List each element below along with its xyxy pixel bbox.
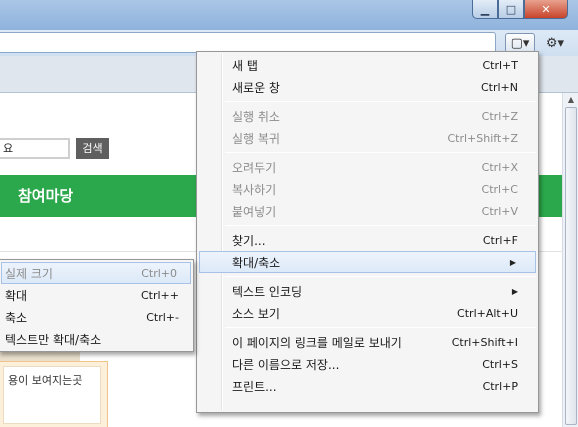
menu-item-email-link[interactable]: 이 페이지의 링크를 메일로 보내기 Ctrl+Shift+I xyxy=(197,331,538,353)
title-bar: ▁ □ ✕ xyxy=(0,0,578,30)
close-button[interactable]: ✕ xyxy=(524,0,568,19)
menu-item-shortcut: Ctrl+S xyxy=(482,357,518,371)
menu-item-label: 붙여넣기 xyxy=(232,204,277,219)
menu-item-label: 복사하기 xyxy=(232,182,277,197)
menu-item-copy: 복사하기 Ctrl+C xyxy=(197,178,538,200)
minimize-button[interactable]: ▁ xyxy=(472,0,498,19)
submenu-arrow-icon: ▶ xyxy=(511,286,518,296)
settings-menu-button[interactable]: ⚙▾ xyxy=(540,33,570,53)
promo-box: 용이 보여지는곳 xyxy=(0,361,108,427)
menu-item-new-window[interactable]: 새로운 창 Ctrl+N xyxy=(197,76,538,98)
menu-item-label: 실행 복귀 xyxy=(232,131,280,146)
menu-item-shortcut: Ctrl+Shift+Z xyxy=(447,131,518,145)
page-menu: 새 탭 Ctrl+T 새로운 창 Ctrl+N 실행 취소 Ctrl+Z 실행 복귀 C… xyxy=(196,51,539,413)
menu-item-shortcut: Ctrl+P xyxy=(482,379,518,393)
menu-item-label: 확대/축소 xyxy=(232,255,281,270)
menu-item-shortcut: Ctrl+- xyxy=(146,310,179,324)
submenu-arrow-icon: ▶ xyxy=(509,257,516,267)
menu-item-shortcut: Ctrl+V xyxy=(481,204,518,218)
menu-separator xyxy=(225,327,536,328)
zoom-submenu: 실제 크기 Ctrl+0 확대 Ctrl++ 축소 Ctrl+- 텍스트만 확대/축소 xyxy=(0,259,194,352)
menu-separator xyxy=(225,225,536,226)
nav-item-participation[interactable]: 참여마당 xyxy=(18,175,73,217)
menu-item-label: 소스 보기 xyxy=(232,306,280,321)
menu-item-find[interactable]: 찾기... Ctrl+F xyxy=(197,229,538,251)
menu-item-shortcut: Ctrl+N xyxy=(480,80,518,94)
submenu-item-zoom-in[interactable]: 확대 Ctrl++ xyxy=(0,284,193,306)
menu-separator xyxy=(225,101,536,102)
menu-item-label: 오려두기 xyxy=(232,160,277,175)
menu-item-label: 축소 xyxy=(5,310,28,325)
menu-item-shortcut: Ctrl+Z xyxy=(481,109,518,123)
menu-item-shortcut: Ctrl+C xyxy=(481,182,518,196)
menu-item-label: 확대 xyxy=(5,288,28,303)
menu-item-shortcut: Ctrl+Shift+I xyxy=(451,335,518,349)
gear-icon: ⚙▾ xyxy=(545,35,565,51)
menu-item-print[interactable]: 프린트... Ctrl+P xyxy=(197,375,538,397)
scroll-thumb[interactable] xyxy=(565,107,577,425)
menu-item-new-tab[interactable]: 새 탭 Ctrl+T xyxy=(197,54,538,76)
menu-item-label: 새 탭 xyxy=(232,58,258,73)
menu-item-shortcut: Ctrl+X xyxy=(481,160,518,174)
menu-separator xyxy=(225,276,536,277)
address-bar[interactable] xyxy=(0,32,496,53)
page-icon: ▢▾ xyxy=(510,35,530,51)
search-input[interactable]: 요 xyxy=(0,138,70,159)
menu-item-label: 텍스트만 확대/축소 xyxy=(5,332,102,347)
menu-item-shortcut: Ctrl+F xyxy=(482,233,518,247)
menu-item-label: 새로운 창 xyxy=(232,80,280,95)
submenu-item-text-zoom[interactable]: 텍스트만 확대/축소 xyxy=(0,328,193,350)
submenu-item-actual-size[interactable]: 실제 크기 Ctrl+0 xyxy=(1,262,191,284)
maximize-button[interactable]: □ xyxy=(498,0,524,19)
menu-item-label: 실행 취소 xyxy=(232,109,280,124)
scroll-up-icon[interactable]: ▲ xyxy=(564,95,578,105)
menu-item-shortcut: Ctrl+Alt+U xyxy=(457,306,518,320)
window-controls: ▁ □ ✕ xyxy=(472,0,568,19)
menu-item-label: 프린트... xyxy=(232,379,277,394)
menu-item-shortcut: Ctrl+0 xyxy=(141,266,177,280)
page-menu-button[interactable]: ▢▾ xyxy=(505,33,535,53)
menu-item-label: 다른 이름으로 저장... xyxy=(232,357,340,372)
menu-item-view-source[interactable]: 소스 보기 Ctrl+Alt+U xyxy=(197,302,538,324)
submenu-item-zoom-out[interactable]: 축소 Ctrl+- xyxy=(0,306,193,328)
menu-item-zoom[interactable]: 확대/축소 ▶ xyxy=(199,251,536,273)
menu-item-redo: 실행 복귀 Ctrl+Shift+Z xyxy=(197,127,538,149)
menu-item-save-as[interactable]: 다른 이름으로 저장... Ctrl+S xyxy=(197,353,538,375)
search-button[interactable]: 검색 xyxy=(76,138,109,159)
menu-item-cut: 오려두기 Ctrl+X xyxy=(197,156,538,178)
menu-item-label: 텍스트 인코딩 xyxy=(232,284,303,299)
menu-item-label: 실제 크기 xyxy=(5,266,53,281)
vertical-scrollbar[interactable]: ▲ xyxy=(562,93,578,427)
menu-item-label: 찾기... xyxy=(232,233,266,248)
menu-separator xyxy=(225,152,536,153)
menu-item-encoding[interactable]: 텍스트 인코딩 ▶ xyxy=(197,280,538,302)
promo-text: 용이 보여지는곳 xyxy=(3,366,101,424)
menu-item-label: 이 페이지의 링크를 메일로 보내기 xyxy=(232,335,402,350)
menu-item-undo: 실행 취소 Ctrl+Z xyxy=(197,105,538,127)
menu-item-paste: 붙여넣기 Ctrl+V xyxy=(197,200,538,222)
menu-item-shortcut: Ctrl+T xyxy=(482,58,518,72)
menu-item-shortcut: Ctrl++ xyxy=(140,288,179,302)
